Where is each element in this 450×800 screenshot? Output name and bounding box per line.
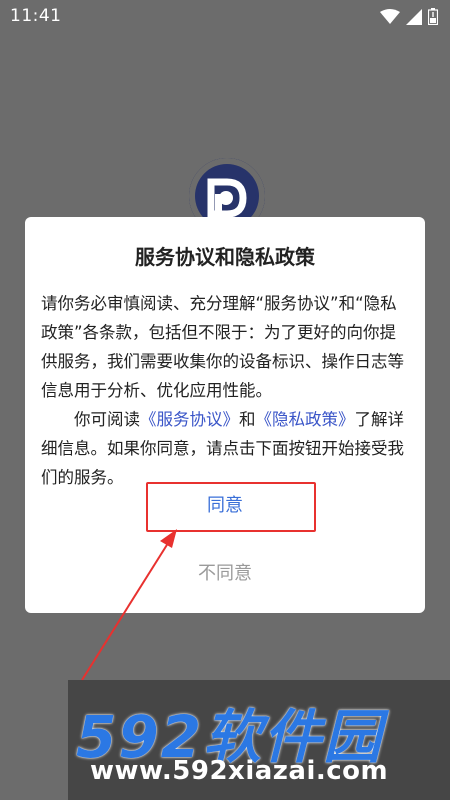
watermark: 592软件园 www.592xiazai.com: [68, 680, 450, 800]
watermark-url: www.592xiazai.com: [90, 756, 389, 786]
